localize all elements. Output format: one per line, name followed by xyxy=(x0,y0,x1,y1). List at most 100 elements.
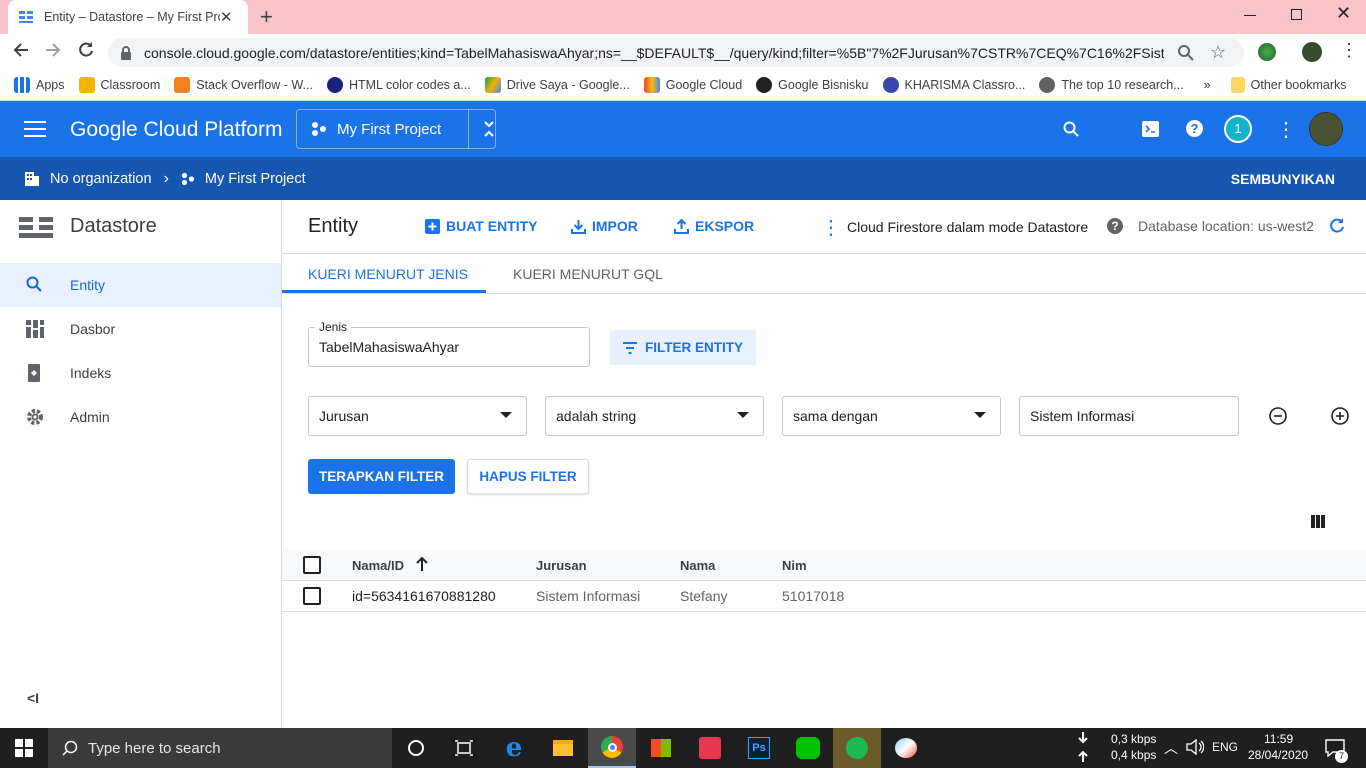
add-filter-icon[interactable] xyxy=(1331,407,1349,425)
bookmark-stackoverflow[interactable]: Stack Overflow - W... xyxy=(174,77,313,93)
sidebar-item-entity[interactable]: Entity xyxy=(0,263,281,307)
column-picker-icon[interactable] xyxy=(1311,515,1325,528)
taskbar-search[interactable]: Type here to search xyxy=(48,728,392,768)
gear-icon xyxy=(26,408,44,426)
line-icon[interactable] xyxy=(784,728,832,768)
new-tab-icon[interactable]: + xyxy=(260,4,273,30)
operator-select[interactable]: sama dengan xyxy=(782,396,1001,436)
notification-count-badge: 7 xyxy=(1335,750,1348,763)
column-header[interactable]: Nama/ID xyxy=(352,558,404,573)
entity-id-link[interactable]: id=5634161670881280 xyxy=(352,588,496,604)
datastore-mode-label: Cloud Firestore dalam mode Datastore xyxy=(847,219,1089,235)
reload-icon[interactable] xyxy=(77,41,95,59)
back-icon[interactable] xyxy=(12,41,30,59)
collapse-sidebar-icon[interactable]: <I xyxy=(27,690,39,706)
chrome-icon[interactable] xyxy=(588,728,636,768)
bisnisku-icon xyxy=(756,77,773,93)
cortana-icon[interactable] xyxy=(392,728,440,768)
select-all-checkbox[interactable] xyxy=(303,556,321,574)
forward-icon[interactable] xyxy=(44,41,62,59)
net-download-speed: 0,3 kbps xyxy=(1111,732,1157,746)
bookmark-google-cloud[interactable]: Google Cloud xyxy=(643,77,742,93)
notification-badge[interactable]: 1 xyxy=(1224,115,1252,143)
hamburger-menu-icon[interactable] xyxy=(24,121,46,137)
bookmark-star-icon[interactable]: ☆ xyxy=(1210,42,1226,63)
profile-avatar[interactable] xyxy=(1302,42,1322,62)
hide-button[interactable]: SEMBUNYIKAN xyxy=(1231,171,1335,187)
minimize-icon[interactable] xyxy=(1244,15,1256,16)
edge-icon[interactable]: e xyxy=(490,728,538,768)
sidebar-item-dasbor[interactable]: Dasbor xyxy=(0,307,281,351)
filter-entity-button[interactable]: FILTER ENTITY xyxy=(610,330,756,365)
sidebar: Datastore Entity Dasbor Indeks Admin <I xyxy=(0,200,282,728)
account-avatar[interactable] xyxy=(1309,112,1343,146)
sort-arrow-up-icon[interactable] xyxy=(415,556,429,572)
tab-query-by-gql[interactable]: KUERI MENURUT GQL xyxy=(513,266,663,282)
create-entity-button[interactable]: BUAT ENTITY xyxy=(425,218,538,234)
paint-icon[interactable] xyxy=(882,728,930,768)
filter-list-icon xyxy=(623,341,637,354)
bookmarks-overflow[interactable]: » xyxy=(1204,78,1211,92)
bookmark-drive[interactable]: Drive Saya - Google... xyxy=(484,77,630,93)
bookmark-top10[interactable]: The top 10 research... xyxy=(1039,77,1184,93)
table-row[interactable]: id=5634161670881280 Sistem Informasi Ste… xyxy=(282,581,1366,612)
other-bookmarks[interactable]: Other bookmarks xyxy=(1230,77,1347,93)
clock-time[interactable]: 11:59 xyxy=(1264,732,1293,746)
browser-tab[interactable]: Entity – Datastore – My First Proj ✕ xyxy=(8,0,248,34)
column-header: Jurusan xyxy=(536,558,587,573)
more-actions-icon[interactable]: ⋮ xyxy=(821,215,841,240)
bookmark-google-bisnisku[interactable]: Google Bisnisku xyxy=(756,77,869,93)
cloud-shell-icon[interactable] xyxy=(1142,121,1159,137)
tab-strip: Entity – Datastore – My First Proj ✕ + ✕ xyxy=(0,0,1366,34)
project-selector[interactable]: My First Project xyxy=(296,109,496,149)
bookmark-classroom[interactable]: Classroom xyxy=(78,77,160,93)
address-bar[interactable]: console.cloud.google.com/datastore/entit… xyxy=(108,38,1244,67)
spotify-icon[interactable] xyxy=(833,728,881,768)
whatsapp-icon[interactable] xyxy=(686,728,734,768)
datastore-logo-icon xyxy=(19,217,53,239)
import-button[interactable]: IMPOR xyxy=(571,218,638,234)
search-icon[interactable] xyxy=(1063,121,1079,137)
gcp-logo[interactable]: Google Cloud Platform xyxy=(70,118,282,142)
restore-icon[interactable] xyxy=(1291,9,1302,20)
clock-date[interactable]: 28/04/2020 xyxy=(1248,748,1308,762)
bookmark-html-colors[interactable]: HTML color codes a... xyxy=(326,77,471,93)
task-view-icon[interactable] xyxy=(440,728,488,768)
breadcrumb-project[interactable]: My First Project xyxy=(205,171,306,187)
main-content: Entity BUAT ENTITY IMPOR EKSPOR ⋮ Cloud … xyxy=(282,200,1366,728)
extension-icon[interactable] xyxy=(1258,43,1276,61)
zoom-icon[interactable] xyxy=(1178,44,1194,61)
org-name[interactable]: No organization xyxy=(50,171,152,187)
sidebar-item-indeks[interactable]: Indeks xyxy=(0,351,281,395)
apply-filter-button[interactable]: TERAPKAN FILTER xyxy=(308,459,455,494)
tab-query-by-kind[interactable]: KUERI MENURUT JENIS xyxy=(308,266,468,282)
filter-value-input[interactable]: Sistem Informasi xyxy=(1019,396,1239,436)
show-hidden-icons[interactable]: ︿ xyxy=(1164,738,1178,758)
sidebar-item-admin[interactable]: Admin xyxy=(0,395,281,439)
photoshop-icon[interactable]: Ps xyxy=(735,728,783,768)
store-icon[interactable] xyxy=(637,728,685,768)
file-explorer-icon[interactable] xyxy=(539,728,587,768)
browser-menu-icon[interactable]: ⋮ xyxy=(1340,40,1358,61)
row-checkbox[interactable] xyxy=(303,587,321,605)
refresh-icon[interactable] xyxy=(1329,218,1345,234)
remove-filter-icon[interactable] xyxy=(1269,407,1287,425)
more-options-icon[interactable]: ⋮ xyxy=(1276,117,1296,142)
language-indicator[interactable]: ENG xyxy=(1212,740,1238,754)
clear-filter-button[interactable]: HAPUS FILTER xyxy=(467,459,589,494)
net-upload-speed: 0,4 kbps xyxy=(1111,748,1157,762)
download-icon xyxy=(571,219,586,234)
type-select[interactable]: adalah string xyxy=(545,396,764,436)
close-tab-icon[interactable]: ✕ xyxy=(220,8,233,26)
help-icon[interactable]: ? xyxy=(1107,218,1123,234)
start-button[interactable] xyxy=(0,728,48,768)
export-button[interactable]: EKSPOR xyxy=(674,218,754,234)
bookmark-apps[interactable]: Apps xyxy=(14,77,65,93)
property-select[interactable]: Jurusan xyxy=(308,396,527,436)
volume-icon[interactable] xyxy=(1186,739,1204,755)
page-title: Entity xyxy=(308,215,359,237)
close-window-icon[interactable]: ✕ xyxy=(1336,3,1351,24)
help-icon[interactable]: ? xyxy=(1186,120,1203,137)
dropdown-arrow-icon xyxy=(974,412,986,418)
bookmark-kharisma[interactable]: KHARISMA Classro... xyxy=(882,77,1025,93)
